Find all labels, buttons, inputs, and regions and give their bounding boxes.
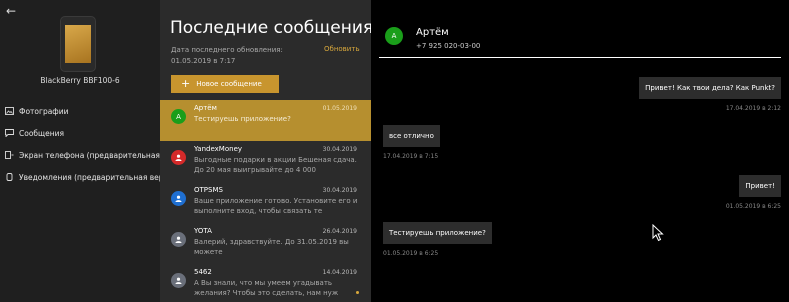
sidebar-nav: Фотографии Сообщения Экран телефона (пре…: [0, 100, 160, 188]
person-icon: [171, 273, 186, 288]
sidebar-item-label: Сообщения: [19, 128, 65, 138]
message-timestamp: 01.05.2019 в 6:25: [383, 250, 439, 257]
message-timestamp: 17.04.2019 в 2:12: [725, 105, 781, 112]
messages-panel: Последние сообщения Дата последнего обно…: [160, 0, 371, 302]
conversation-preview: А Вы знали, что мы умеем угадывать желан…: [194, 279, 339, 297]
conversation-date: 26.04.2019: [322, 228, 357, 235]
person-icon: [171, 232, 186, 247]
conversation-preview: Тестируешь приложение?: [194, 115, 291, 123]
chat-pane: А Артём +7 925 020-03-00 Привет! Как тво…: [371, 0, 789, 302]
conversation-name: 5462: [194, 268, 212, 276]
person-icon: [171, 191, 186, 206]
conversation-name: YOTA: [194, 227, 212, 235]
conversation-item[interactable]: YandexMoney 30.04.2019 Выгодные подарки …: [160, 141, 371, 182]
sidebar-item-label: Уведомления (предварительная версия): [19, 172, 160, 182]
message-bubble-outgoing: Привет!: [739, 175, 781, 197]
sidebar-item-label: Фотографии: [19, 106, 69, 116]
device-name: BlackBerry BBF100-6: [40, 76, 120, 85]
message-timestamp: 17.04.2019 в 7:15: [383, 153, 439, 160]
unread-indicator: [356, 291, 359, 294]
refresh-link[interactable]: Обновить: [324, 45, 360, 53]
mouse-cursor-icon: [652, 223, 664, 246]
conversation-date: 14.04.2019: [322, 269, 357, 276]
conversation-item[interactable]: YOTA 26.04.2019 Валерий, здравствуйте. Д…: [160, 223, 371, 264]
conversation-list: А Артём 01.05.2019 Тестируешь приложение…: [160, 100, 371, 302]
message-icon: [4, 129, 14, 137]
contact-name: Артём: [416, 27, 449, 38]
message-timestamp: 01.05.2019 в 6:25: [725, 203, 781, 210]
message-bubble-outgoing: Привет! Как твои дела? Как Punkt?: [639, 77, 781, 99]
conversation-name: Артём: [194, 104, 217, 112]
avatar: А: [171, 109, 186, 124]
conversation-preview: Выгодные подарки в акции Бешеная сдача. …: [194, 156, 357, 174]
conversation-preview: Валерий, здравствуйте. До 31.05.2019 вы …: [194, 238, 349, 256]
conversation-preview: Ваше приложение готово. Установите его и…: [194, 197, 358, 215]
conversation-date: 30.04.2019: [322, 187, 357, 194]
message-bubble-incoming: Тестируешь приложение?: [383, 222, 492, 244]
plus-icon: +: [181, 77, 191, 90]
page-title: Последние сообщения: [170, 18, 371, 38]
back-arrow-icon[interactable]: ←: [3, 3, 19, 19]
contact-phone: +7 925 020-03-00: [416, 42, 481, 50]
person-icon: [171, 150, 186, 165]
conversation-date: 30.04.2019: [322, 146, 357, 153]
conversation-date: 01.05.2019: [322, 105, 357, 112]
sidebar-item-label: Экран телефона (предварительная версия): [19, 150, 160, 160]
sidebar-item-phone-screen[interactable]: Экран телефона (предварительная версия): [0, 144, 160, 166]
sidebar-item-notifications[interactable]: Уведомления (предварительная версия): [0, 166, 160, 188]
device-screen: [65, 25, 91, 63]
new-message-label: Новое сообщение: [196, 80, 262, 88]
last-update-text: Дата последнего обновления: 01.05.2019 в…: [171, 46, 283, 65]
divider: [379, 57, 781, 58]
notification-icon: [4, 173, 14, 181]
photo-icon: [4, 107, 14, 115]
conversation-name: YandexMoney: [194, 145, 243, 153]
device-image: [60, 16, 96, 72]
conversation-name: OTPSMS: [194, 186, 223, 194]
avatar: А: [385, 27, 403, 45]
sidebar: ← BlackBerry BBF100-6 Фотографии Сообщен…: [0, 0, 160, 302]
conversation-item[interactable]: OTPSMS 30.04.2019 Ваше приложение готово…: [160, 182, 371, 223]
conversation-item[interactable]: 5462 14.04.2019 А Вы знали, что мы умеем…: [160, 264, 371, 302]
sidebar-item-photos[interactable]: Фотографии: [0, 100, 160, 122]
new-message-button[interactable]: + Новое сообщение: [171, 75, 279, 93]
sidebar-item-messages[interactable]: Сообщения: [0, 122, 160, 144]
conversation-item[interactable]: А Артём 01.05.2019 Тестируешь приложение…: [160, 100, 371, 141]
phone-screen-icon: [4, 151, 14, 159]
message-bubble-incoming: все отлично: [383, 125, 440, 147]
